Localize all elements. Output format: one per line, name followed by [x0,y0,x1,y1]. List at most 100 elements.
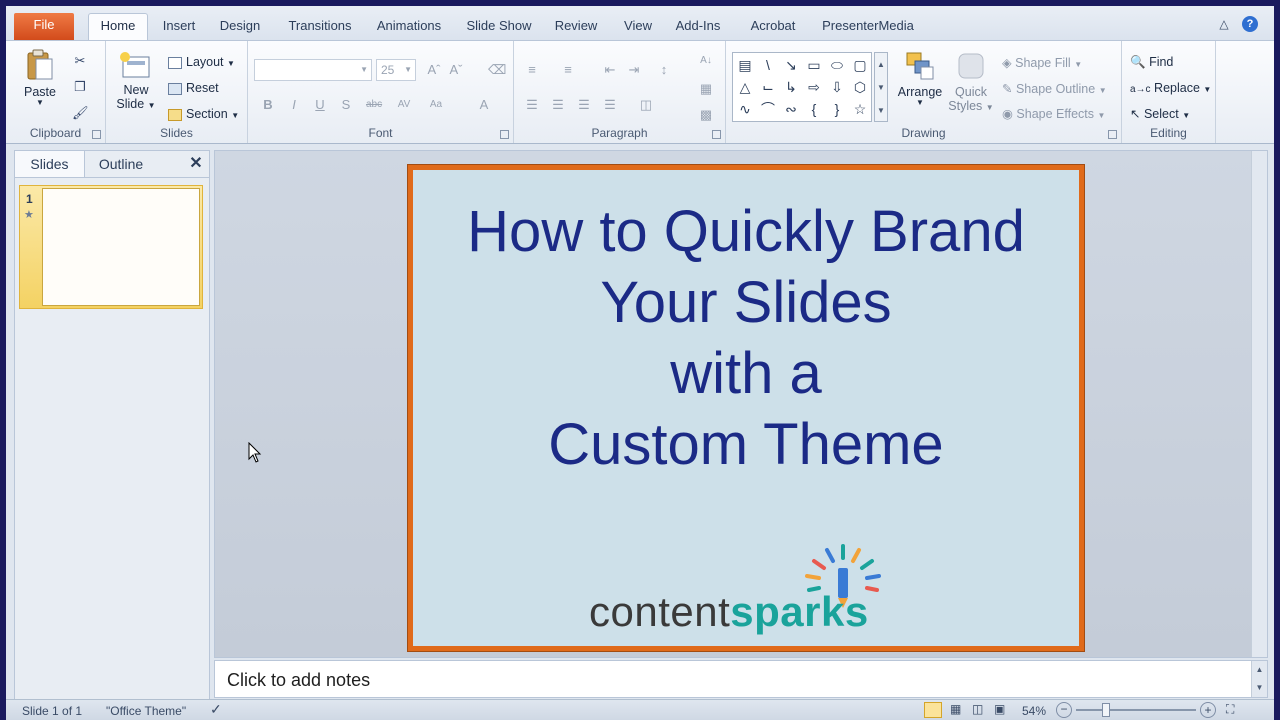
tab-slide-show[interactable]: Slide Show [460,14,538,40]
new-slide-button[interactable]: New Slide ▼ [116,51,156,111]
slide-canvas[interactable]: How to Quickly Brand Your Slides with a … [214,150,1268,658]
zoom-slider[interactable] [1076,709,1196,711]
quick-styles-button[interactable]: Quick Styles ▼ [948,51,994,113]
shape-right-brace-icon[interactable]: } [827,99,847,119]
tab-file[interactable]: File [14,13,74,40]
shape-rectangle-icon[interactable]: ▭ [804,55,824,75]
shadow-icon[interactable]: S [338,97,354,113]
paragraph-launcher-icon[interactable] [712,130,721,139]
grow-font-icon[interactable]: Aˆ [426,62,442,78]
tab-presentermedia[interactable]: PresenterMedia [816,14,920,40]
shape-down-arrow-icon[interactable]: ⇩ [827,77,847,97]
shape-textbox-icon[interactable]: ▤ [735,55,755,75]
character-spacing-icon[interactable]: AV [396,97,412,113]
spell-check-icon[interactable]: ✓ [210,701,222,718]
notes-scrollbar[interactable]: ▲ ▼ [1251,661,1267,697]
zoom-out-icon[interactable]: − [1056,702,1072,718]
drawing-launcher-icon[interactable] [1108,130,1117,139]
justify-icon[interactable]: ☰ [602,97,618,113]
slide[interactable]: How to Quickly Brand Your Slides with a … [408,165,1084,651]
cut-icon[interactable]: ✂ [72,53,88,69]
slide-thumbnail-1[interactable]: 1 ★ [19,185,203,309]
tab-home[interactable]: Home [88,13,148,40]
shape-outline-button[interactable]: ✎ Shape Outline ▼ [1002,81,1107,96]
arrange-dropdown-icon[interactable]: ▼ [896,99,944,107]
align-left-icon[interactable]: ☰ [524,97,540,113]
shape-curve-icon[interactable]: ∾ [781,99,801,119]
tab-design[interactable]: Design [214,14,266,40]
reset-button[interactable]: Reset [168,81,219,95]
shapes-gallery-scroll[interactable]: ▲ ▼ ▼ [874,52,888,122]
shape-hexagon-icon[interactable]: ⬡ [850,77,870,97]
text-direction-icon[interactable]: A↓ [698,53,714,69]
layout-button[interactable]: Layout ▼ [168,55,235,69]
tab-review[interactable]: Review [550,14,602,40]
shape-elbow-connector-icon[interactable]: ⌙ [758,77,778,97]
section-button[interactable]: Section ▼ [168,107,239,121]
shrink-font-icon[interactable]: Aˇ [448,62,464,78]
bold-icon[interactable]: B [260,97,276,113]
strikethrough-icon[interactable]: abc [366,97,382,113]
format-painter-icon[interactable]: 🖌 [72,105,89,121]
change-case-icon[interactable]: Aa [428,97,444,113]
tab-add-ins[interactable]: Add-Ins [670,14,726,40]
align-center-icon[interactable]: ☰ [550,97,566,113]
align-right-icon[interactable]: ☰ [576,97,592,113]
copy-icon[interactable]: ❐ [72,79,88,95]
zoom-level[interactable]: 54% [1022,704,1046,718]
smartart-icon[interactable]: ▩ [698,107,714,123]
shape-arc-icon[interactable]: ⌒ [758,99,778,119]
underline-icon[interactable]: U [312,97,328,113]
font-size-combo[interactable]: 25 ▼ [376,59,416,81]
slide-title[interactable]: How to Quickly Brand Your Slides with a … [413,196,1079,480]
numbering-icon[interactable]: ≡ [560,62,576,78]
tab-outline[interactable]: Outline [85,151,157,177]
decrease-indent-icon[interactable]: ⇤ [602,62,618,78]
fit-to-window-icon[interactable]: ⛶ [1226,702,1234,717]
reading-view-icon[interactable]: ◫ [972,702,983,716]
increase-indent-icon[interactable]: ⇥ [626,62,642,78]
tab-slides[interactable]: Slides [15,151,85,177]
paste-dropdown-icon[interactable]: ▼ [20,99,60,107]
notes-pane[interactable]: Click to add notes ▲ ▼ [214,660,1268,698]
clear-formatting-icon[interactable]: ⌫ [488,62,506,78]
slide-sorter-view-icon[interactable]: ▦ [950,702,961,716]
tab-insert[interactable]: Insert [156,14,202,40]
paste-button[interactable]: Paste ▼ [20,47,60,107]
arrange-button[interactable]: Arrange ▼ [896,51,944,107]
shape-fill-button[interactable]: ◈ Shape Fill ▼ [1002,55,1082,70]
align-text-icon[interactable]: ▦ [698,81,714,97]
tab-animations[interactable]: Animations [370,14,448,40]
shape-triangle-icon[interactable]: △ [735,77,755,97]
shape-right-arrow-icon[interactable]: ⇨ [804,77,824,97]
shape-effects-button[interactable]: ◉ Shape Effects ▼ [1002,106,1105,121]
tab-view[interactable]: View [618,14,658,40]
tab-transitions[interactable]: Transitions [280,14,360,40]
clipboard-launcher-icon[interactable] [92,130,101,139]
font-size-dropdown-icon[interactable]: ▼ [404,60,412,80]
zoom-slider-thumb[interactable] [1102,703,1110,717]
shape-left-brace-icon[interactable]: { [804,99,824,119]
select-button[interactable]: ↖ Select ▼ [1130,106,1190,121]
shape-line-icon[interactable]: \ [758,55,778,75]
normal-view-icon[interactable] [924,702,942,718]
tab-acrobat[interactable]: Acrobat [742,14,804,40]
shape-rounded-rectangle-icon[interactable]: ▢ [850,55,870,75]
font-name-dropdown-icon[interactable]: ▼ [360,60,368,80]
shape-elbow-arrow-icon[interactable]: ↳ [781,77,801,97]
notes-placeholder[interactable]: Click to add notes [227,670,370,691]
find-button[interactable]: 🔍 Find [1130,55,1173,70]
shape-freeform-icon[interactable]: ∿ [735,99,755,119]
replace-button[interactable]: a→c Replace ▼ [1130,81,1211,95]
help-icon[interactable]: ? [1242,16,1258,32]
font-launcher-icon[interactable] [500,130,509,139]
slide-show-view-icon[interactable]: ▣ [994,702,1005,716]
font-color-icon[interactable]: A [476,97,492,113]
bullets-icon[interactable]: ≡ [524,62,540,78]
close-pane-icon[interactable]: ✕ [185,151,207,177]
minimize-ribbon-icon[interactable]: △ [1216,16,1232,32]
font-name-combo[interactable]: ▼ [254,59,372,81]
shape-oval-icon[interactable]: ⬭ [827,55,847,75]
zoom-in-icon[interactable]: + [1200,702,1216,718]
canvas-vertical-scrollbar[interactable] [1251,151,1267,657]
